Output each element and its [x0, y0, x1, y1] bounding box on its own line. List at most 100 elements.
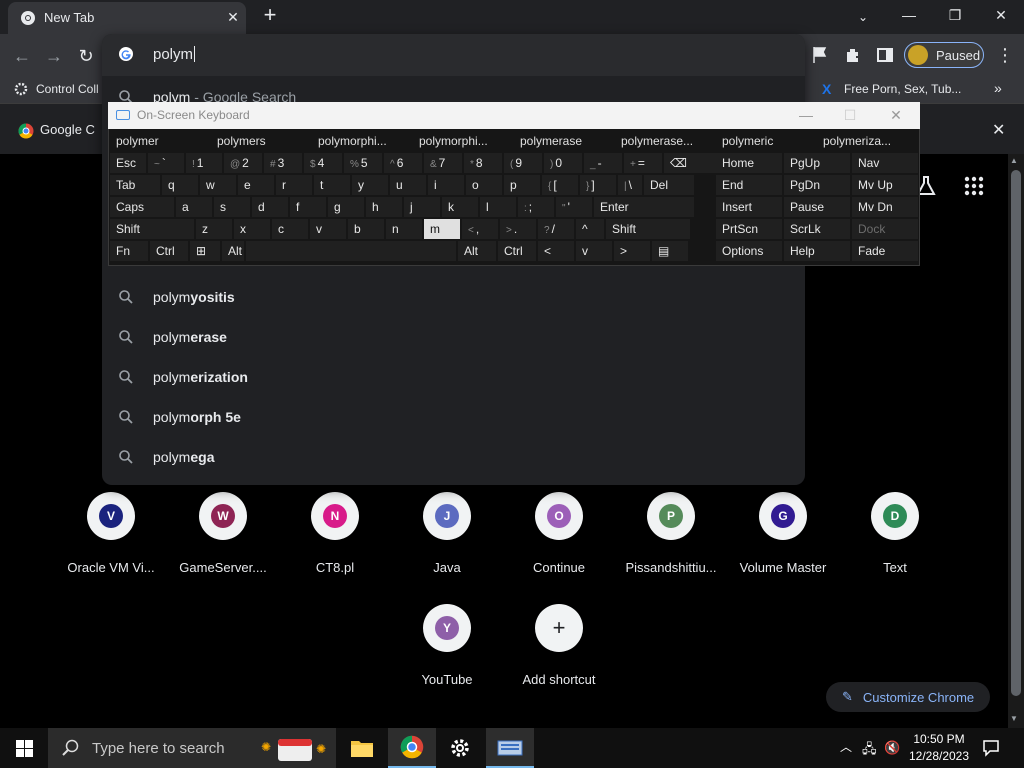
tray-chevron-up-icon[interactable]: ︿: [840, 738, 852, 755]
forward-button[interactable]: →: [42, 44, 66, 68]
osk-key[interactable]: Options: [716, 241, 782, 261]
scrollbar-thumb[interactable]: [1011, 170, 1021, 696]
osk-key[interactable]: ) 0: [544, 153, 582, 173]
shortcut-tile[interactable]: W GameServer....: [168, 492, 278, 582]
osk-key[interactable]: Tab: [110, 175, 160, 195]
osk-key[interactable]: Insert: [716, 197, 782, 217]
settings-gear-icon[interactable]: [436, 728, 484, 768]
osk-key[interactable]: k: [442, 197, 478, 217]
osk-key[interactable]: r: [276, 175, 312, 195]
osk-key[interactable]: " ': [556, 197, 592, 217]
osk-key[interactable]: Dock: [852, 219, 918, 239]
osk-key[interactable]: Shift: [606, 219, 690, 239]
osk-key[interactable]: ~ `: [148, 153, 184, 173]
calendar-celebration-icon[interactable]: ✺ ✺: [258, 733, 330, 763]
back-button[interactable]: ←: [10, 44, 34, 68]
osk-key[interactable]: Del: [644, 175, 694, 195]
osk-key[interactable]: >: [614, 241, 650, 261]
chevron-down-icon[interactable]: ⌄: [852, 6, 874, 28]
osk-key[interactable]: u: [390, 175, 426, 195]
file-explorer-icon[interactable]: [338, 728, 386, 768]
extensions-puzzle-icon[interactable]: [844, 46, 862, 64]
osk-key[interactable]: PgDn: [784, 175, 850, 195]
reload-button[interactable]: ↻: [74, 44, 98, 68]
osk-key[interactable]: x: [234, 219, 270, 239]
osk-prediction[interactable]: polymeric: [716, 131, 815, 151]
flag-icon[interactable]: [812, 46, 828, 64]
close-icon[interactable]: ✕: [224, 8, 242, 26]
bookmark-free-porn[interactable]: X Free Porn, Sex, Tub...: [822, 82, 961, 96]
osk-key[interactable]: <,: [462, 219, 498, 239]
osk-key[interactable]: @2: [224, 153, 262, 173]
osk-maximize-button[interactable]: ☐: [828, 103, 872, 128]
osk-key[interactable]: c: [272, 219, 308, 239]
osk-key[interactable]: % 5: [344, 153, 382, 173]
suggestion-item[interactable]: polymerization: [102, 357, 805, 397]
osk-key[interactable]: Ctrl: [150, 241, 188, 261]
osk-key[interactable]: {[: [542, 175, 578, 195]
scroll-up-icon[interactable]: ▲: [1010, 156, 1018, 165]
window-close-button[interactable]: ✕: [978, 0, 1024, 30]
infobar-close-icon[interactable]: ✕: [992, 120, 1005, 140]
osk-key[interactable]: p: [504, 175, 540, 195]
side-panel-icon[interactable]: [876, 46, 894, 64]
osk-key[interactable]: l: [480, 197, 516, 217]
osk-key[interactable]: v: [576, 241, 612, 261]
profile-button[interactable]: Paused: [904, 42, 984, 68]
shortcut-tile[interactable]: G Volume Master: [728, 492, 838, 582]
osk-key[interactable]: s: [214, 197, 250, 217]
osk-prediction[interactable]: polymerase: [514, 131, 613, 151]
osk-key[interactable]: + =: [624, 153, 662, 173]
osk-key[interactable]: | \: [618, 175, 642, 195]
osk-key[interactable]: Mv Up: [852, 175, 918, 195]
osk-key[interactable]: $4: [304, 153, 342, 173]
osk-key[interactable]: t: [314, 175, 350, 195]
osk-key[interactable]: Help: [784, 241, 850, 261]
osk-minimize-button[interactable]: —: [784, 103, 828, 128]
osk-key[interactable]: #3: [264, 153, 302, 173]
osk-key[interactable]: Shift: [110, 219, 194, 239]
osk-key[interactable]: <: [538, 241, 574, 261]
osk-key[interactable]: ! 1: [186, 153, 222, 173]
osk-key[interactable]: PrtScn: [716, 219, 782, 239]
osk-key[interactable]: End: [716, 175, 782, 195]
osk-key[interactable]: e: [238, 175, 274, 195]
osk-key[interactable]: Nav: [852, 153, 918, 173]
restore-button[interactable]: ❐: [932, 0, 978, 30]
shortcut-tile[interactable]: D Text: [840, 492, 950, 582]
notification-icon[interactable]: [982, 739, 1000, 757]
minimize-button[interactable]: —: [886, 0, 932, 30]
osk-key[interactable]: w: [200, 175, 236, 195]
add-shortcut-button[interactable]: + Add shortcut: [504, 604, 614, 694]
osk-key[interactable]: & 7: [424, 153, 462, 173]
osk-key[interactable]: >.: [500, 219, 536, 239]
network-icon[interactable]: 🖧: [862, 740, 877, 762]
osk-prediction[interactable]: polymers: [211, 131, 310, 151]
osk-key[interactable]: ScrLk: [784, 219, 850, 239]
osk-key[interactable]: Ctrl: [498, 241, 536, 261]
osk-key-m-pressed[interactable]: m: [424, 219, 460, 239]
osk-key[interactable]: Mv Dn: [852, 197, 918, 217]
osk-key[interactable]: g: [328, 197, 364, 217]
taskbar-clock[interactable]: 10:50 PM 12/28/2023: [906, 731, 972, 765]
osk-key[interactable]: ⊞: [190, 241, 220, 261]
shortcut-tile[interactable]: P Pissandshittiu...: [616, 492, 726, 582]
shortcut-tile[interactable]: N CT8.pl: [280, 492, 390, 582]
osk-key[interactable]: ^ 6: [384, 153, 422, 173]
suggestion-item[interactable]: polymyositis: [102, 277, 805, 317]
osk-key[interactable]: f: [290, 197, 326, 217]
osk-key[interactable]: * 8: [464, 153, 502, 173]
osk-prediction[interactable]: polymeriza...: [817, 131, 916, 151]
bookmarks-overflow-icon[interactable]: »: [994, 80, 1002, 96]
google-apps-icon[interactable]: [962, 174, 986, 198]
start-button[interactable]: [0, 728, 48, 768]
shortcut-tile[interactable]: V Oracle VM Vi...: [56, 492, 166, 582]
osk-key[interactable]: Esc: [110, 153, 146, 173]
osk-key[interactable]: i: [428, 175, 464, 195]
osk-key[interactable]: h: [366, 197, 402, 217]
osk-prediction[interactable]: polymorphi...: [413, 131, 512, 151]
osk-key[interactable]: }]: [580, 175, 616, 195]
osk-key[interactable]: n: [386, 219, 422, 239]
chrome-taskbar-icon[interactable]: [388, 728, 436, 768]
space-key[interactable]: [246, 241, 456, 261]
